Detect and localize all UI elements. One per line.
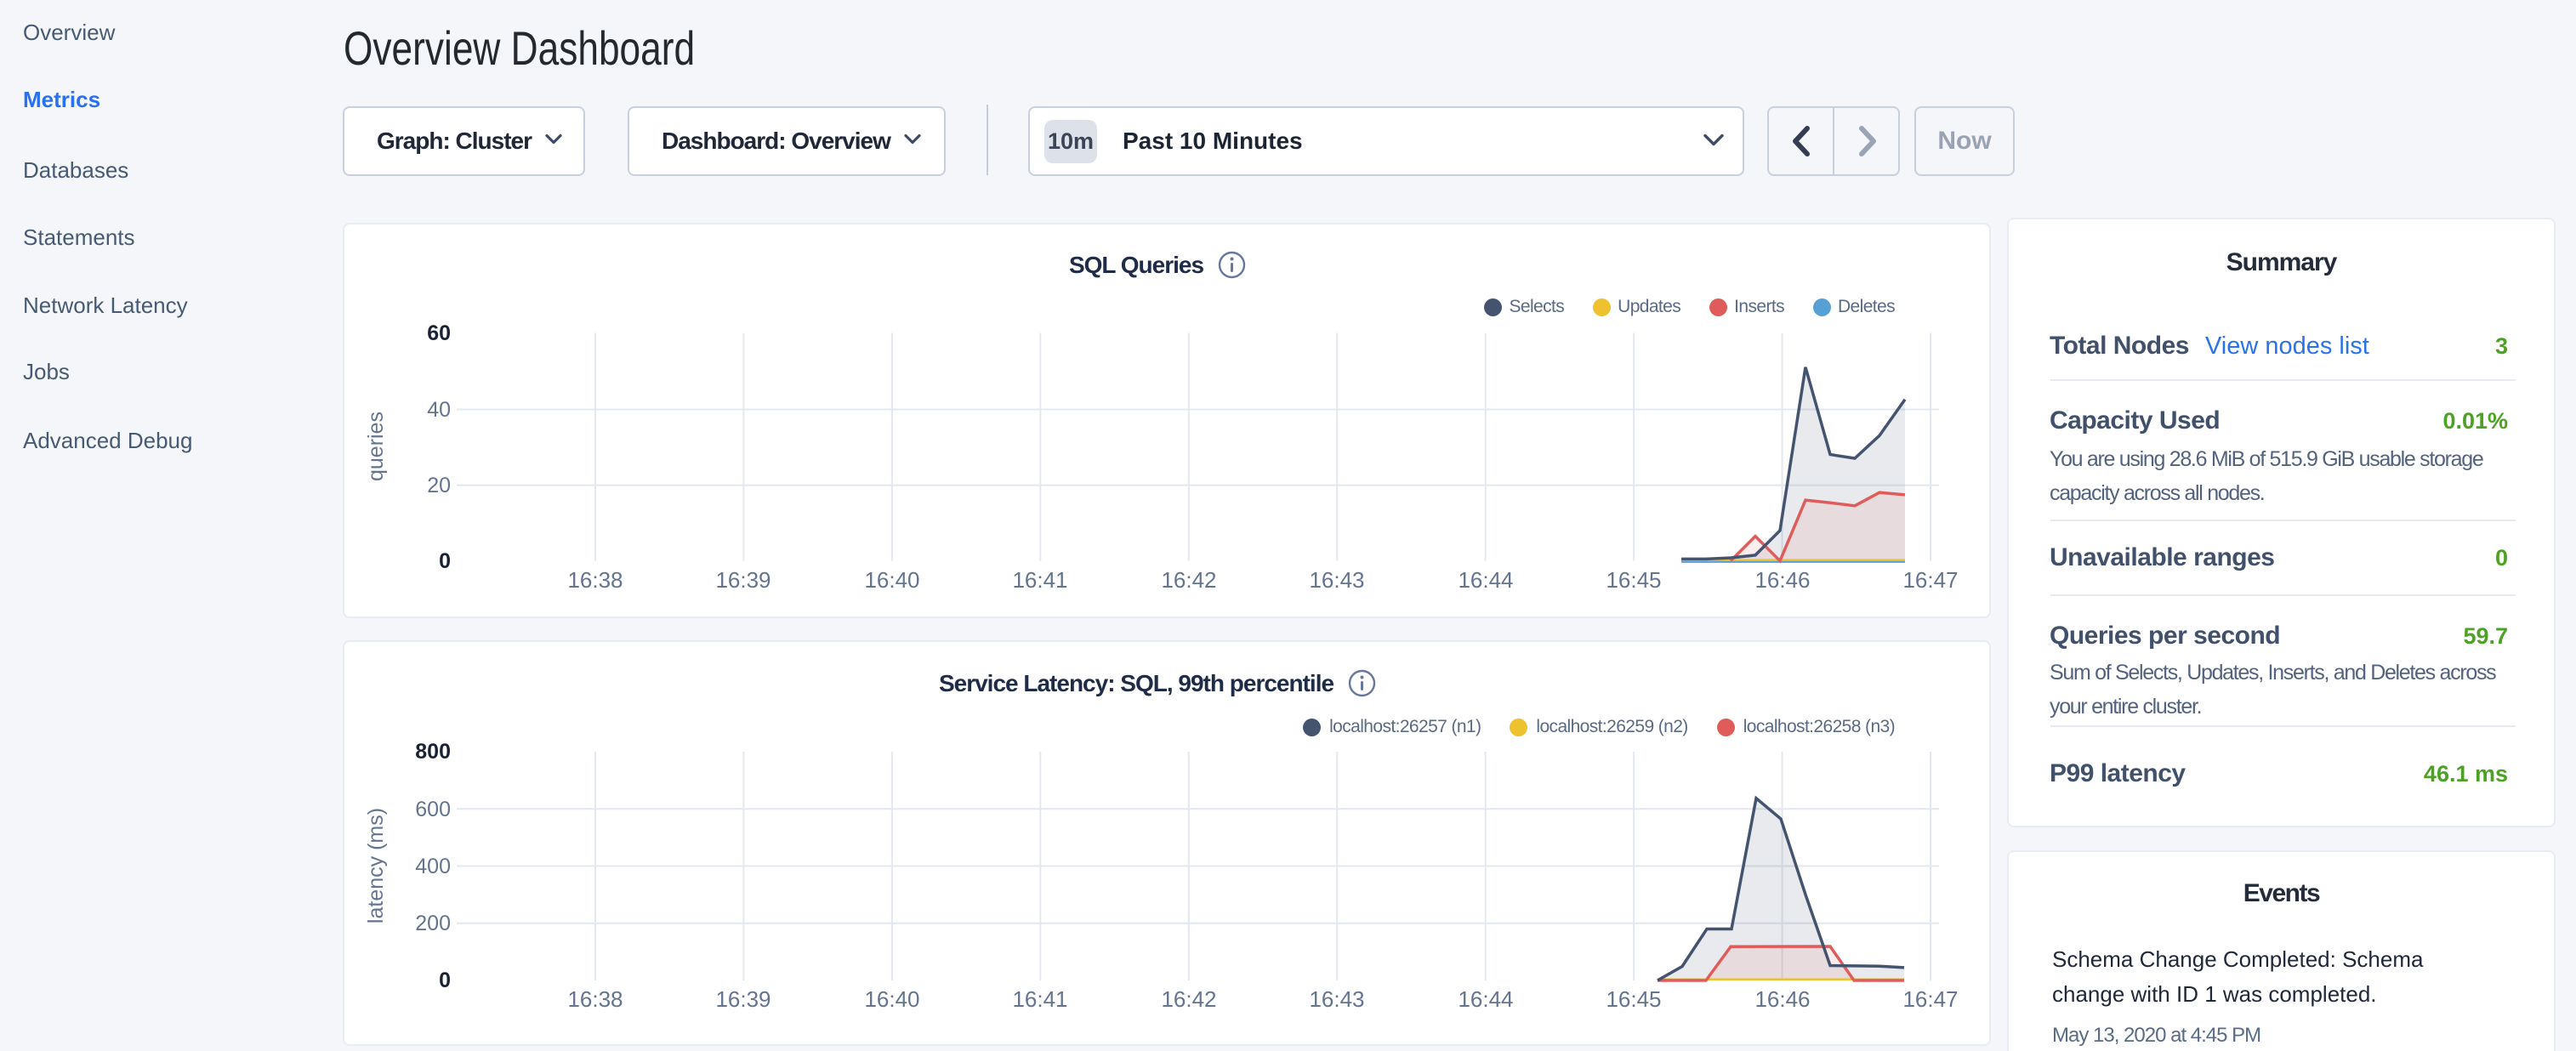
svg-text:200: 200	[415, 912, 451, 935]
svg-text:16:45: 16:45	[1606, 986, 1661, 1012]
svg-text:16:46: 16:46	[1754, 986, 1810, 1012]
svg-text:60: 60	[427, 321, 451, 345]
svg-text:16:39: 16:39	[715, 986, 771, 1012]
svg-text:16:40: 16:40	[864, 986, 919, 1012]
svg-text:40: 40	[427, 398, 451, 422]
svg-text:16:40: 16:40	[864, 567, 919, 593]
svg-text:16:42: 16:42	[1161, 567, 1216, 593]
svg-text:16:47: 16:47	[1902, 986, 1958, 1012]
svg-text:16:44: 16:44	[1458, 567, 1513, 593]
svg-text:latency (ms): latency (ms)	[364, 808, 388, 923]
svg-text:16:46: 16:46	[1754, 567, 1810, 593]
svg-text:16:39: 16:39	[715, 567, 771, 593]
svg-text:16:42: 16:42	[1161, 986, 1216, 1012]
svg-text:16:41: 16:41	[1012, 986, 1067, 1012]
svg-text:600: 600	[415, 798, 451, 821]
svg-text:16:38: 16:38	[567, 567, 623, 593]
svg-text:20: 20	[427, 474, 451, 497]
svg-text:800: 800	[415, 740, 451, 764]
svg-text:0: 0	[439, 969, 451, 992]
svg-text:16:45: 16:45	[1606, 567, 1661, 593]
svg-text:16:43: 16:43	[1309, 567, 1364, 593]
svg-text:16:47: 16:47	[1902, 567, 1958, 593]
svg-text:0: 0	[439, 549, 451, 573]
svg-text:16:43: 16:43	[1309, 986, 1364, 1012]
svg-text:16:38: 16:38	[567, 986, 623, 1012]
svg-text:queries: queries	[364, 412, 388, 481]
svg-text:400: 400	[415, 855, 451, 878]
svg-text:16:41: 16:41	[1012, 567, 1067, 593]
svg-text:16:44: 16:44	[1458, 986, 1513, 1012]
